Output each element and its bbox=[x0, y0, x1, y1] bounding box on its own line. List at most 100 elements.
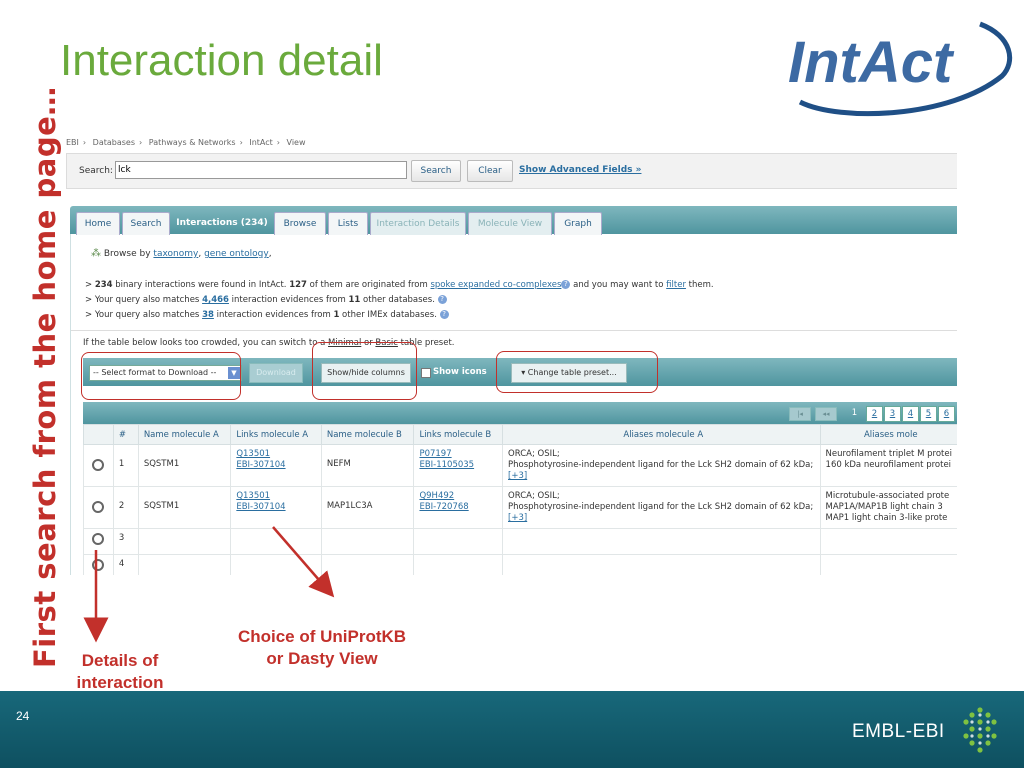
tab-browse[interactable]: Browse bbox=[274, 212, 326, 235]
download-button[interactable]: Download bbox=[249, 363, 303, 383]
molecule-b-name: MAP1LC3A bbox=[320, 486, 415, 529]
row-number: 2 bbox=[112, 486, 139, 529]
taxonomy-link[interactable]: taxonomy bbox=[153, 249, 198, 259]
alias-text: 160 kDa neurofilament protei bbox=[825, 460, 952, 470]
highlight-change-preset bbox=[496, 351, 658, 393]
tab-lists[interactable]: Lists bbox=[328, 212, 368, 235]
info-line-1: > 234 binary interactions were found in … bbox=[85, 280, 714, 290]
browse-end: , bbox=[268, 249, 272, 259]
breadcrumb-item[interactable]: Pathways & Networks bbox=[149, 138, 236, 147]
breadcrumb: EBI › Databases › Pathways & Networks › Int… bbox=[66, 138, 306, 147]
pagination: |◂ ◂◂ 1 2 3 4 5 6 bbox=[83, 402, 957, 424]
magnifier-icon[interactable] bbox=[92, 501, 105, 513]
page-link[interactable]: 3 bbox=[884, 406, 901, 422]
search-bar: Search: Search Clear Show Advanced Field… bbox=[66, 153, 957, 189]
advanced-fields-link[interactable]: Show Advanced Fields » bbox=[519, 165, 641, 175]
first-page-button[interactable]: |◂ bbox=[789, 407, 811, 421]
logo-text: IntAct bbox=[788, 30, 955, 95]
help-icon[interactable]: ? bbox=[439, 310, 449, 319]
evidences-link[interactable]: 4,466 bbox=[202, 295, 229, 305]
uniprot-link[interactable]: Q9H492 bbox=[419, 491, 454, 501]
tab-molecule-view[interactable]: Molecule View bbox=[468, 212, 552, 235]
imex-evidences-link[interactable]: 38 bbox=[202, 310, 214, 320]
molecule-b-name: NEFM bbox=[320, 444, 415, 487]
breadcrumb-item[interactable]: IntAct bbox=[249, 138, 272, 147]
alias-text: Phosphotyrosine-independent ligand for t… bbox=[508, 460, 814, 470]
show-icons-label: Show icons bbox=[433, 367, 487, 377]
info-line-3: > Your query also matches 38 interaction… bbox=[85, 310, 449, 320]
browse-sep: , bbox=[198, 249, 202, 259]
highlight-show-hide-columns bbox=[312, 342, 417, 400]
alias-text: MAP1A/MAP1B light chain 3 bbox=[825, 502, 943, 512]
molecule-a-name: SQSTM1 bbox=[137, 444, 232, 487]
column-header[interactable]: Aliases molecule A bbox=[502, 424, 821, 445]
search-label: Search: bbox=[79, 166, 113, 176]
breadcrumb-item[interactable]: Databases bbox=[93, 138, 135, 147]
column-header bbox=[83, 424, 114, 445]
search-input[interactable] bbox=[115, 161, 407, 179]
tab-home[interactable]: Home bbox=[76, 212, 120, 235]
uniprot-link[interactable]: Q13501 bbox=[236, 491, 270, 501]
highlight-download-format bbox=[81, 352, 241, 400]
filter-link[interactable]: filter bbox=[666, 280, 686, 290]
page-link[interactable]: 4 bbox=[902, 406, 919, 422]
uniprot-link[interactable]: P07197 bbox=[419, 449, 451, 459]
more-aliases-link[interactable]: [+3] bbox=[508, 471, 527, 481]
column-header[interactable]: Links molecule B bbox=[413, 424, 504, 445]
column-header[interactable]: Links molecule A bbox=[230, 424, 322, 445]
embl-ebi-logo-icon bbox=[963, 707, 997, 753]
intact-link[interactable]: EBI-1105035 bbox=[419, 460, 474, 470]
row-number: 1 bbox=[112, 444, 139, 487]
column-header[interactable]: Name molecule B bbox=[320, 424, 415, 445]
alias-text: Neurofilament triplet M protei bbox=[825, 449, 952, 459]
alias-text: ORCA; OSIL; bbox=[508, 491, 560, 501]
alias-text: Microtubule-associated prote bbox=[825, 491, 950, 501]
browse-by: ⁂ Browse by taxonomy, gene ontology, bbox=[91, 248, 272, 259]
gene-ontology-link[interactable]: gene ontology bbox=[204, 249, 269, 259]
molecule-a-name: SQSTM1 bbox=[137, 486, 232, 529]
magnifier-icon[interactable] bbox=[92, 533, 105, 545]
clear-button[interactable]: Clear bbox=[467, 160, 513, 182]
alias-text: MAP1 light chain 3-like prote bbox=[825, 513, 948, 523]
show-icons-checkbox[interactable] bbox=[421, 368, 431, 378]
intact-link[interactable]: EBI-307104 bbox=[236, 460, 285, 470]
info-line-2: > Your query also matches 4,466 interact… bbox=[85, 295, 447, 305]
row-number: 3 bbox=[112, 528, 139, 555]
search-button[interactable]: Search bbox=[411, 160, 461, 182]
uniprot-link[interactable]: Q13501 bbox=[236, 449, 270, 459]
page-link[interactable]: 5 bbox=[920, 406, 937, 422]
tab-interaction-details[interactable]: Interaction Details bbox=[370, 212, 466, 235]
column-header[interactable]: Aliases mole bbox=[819, 424, 957, 445]
page-link[interactable]: 2 bbox=[866, 406, 883, 422]
page-link[interactable]: 6 bbox=[938, 406, 955, 422]
table-row: 3 bbox=[83, 528, 957, 555]
tree-icon: ⁂ bbox=[91, 248, 101, 259]
table-row: 4 bbox=[83, 554, 957, 575]
page-number: 24 bbox=[16, 709, 30, 723]
breadcrumb-item[interactable]: EBI bbox=[66, 138, 79, 147]
column-header[interactable]: # bbox=[112, 424, 139, 445]
row-number: 4 bbox=[112, 554, 139, 575]
vertical-caption: First search from the home page… bbox=[28, 86, 62, 668]
alias-text: ORCA; OSIL; bbox=[508, 449, 560, 459]
column-header[interactable]: Name molecule A bbox=[137, 424, 232, 445]
table-row: 2 SQSTM1 Q13501 EBI-307104 MAP1LC3A Q9H49… bbox=[83, 486, 957, 529]
magnifier-icon[interactable] bbox=[92, 459, 105, 471]
slide-footer: 24 EMBL-EBI bbox=[0, 691, 1024, 768]
embl-ebi-brand: EMBL-EBI bbox=[852, 721, 945, 742]
more-aliases-link[interactable]: [+3] bbox=[508, 513, 527, 523]
prev-page-button[interactable]: ◂◂ bbox=[815, 407, 837, 421]
help-icon[interactable]: ? bbox=[437, 295, 447, 304]
main-tabs: Home Search Interactions (234) Browse Li… bbox=[70, 206, 957, 235]
intact-link[interactable]: EBI-307104 bbox=[236, 502, 285, 512]
spoke-expanded-link[interactable]: spoke expanded co-complexes bbox=[430, 280, 561, 290]
tab-graph[interactable]: Graph bbox=[554, 212, 602, 235]
magnifier-icon[interactable] bbox=[92, 559, 105, 571]
tab-interactions[interactable]: Interactions (234) bbox=[174, 212, 270, 234]
table-header: # Name molecule A Links molecule A Name … bbox=[83, 424, 957, 445]
intact-link[interactable]: EBI-720768 bbox=[419, 502, 468, 512]
breadcrumb-item[interactable]: View bbox=[287, 138, 306, 147]
interactions-panel: ⁂ Browse by taxonomy, gene ontology, > 2… bbox=[70, 234, 957, 575]
tab-search[interactable]: Search bbox=[122, 212, 170, 235]
details-callout: Details of interaction bbox=[76, 651, 164, 692]
